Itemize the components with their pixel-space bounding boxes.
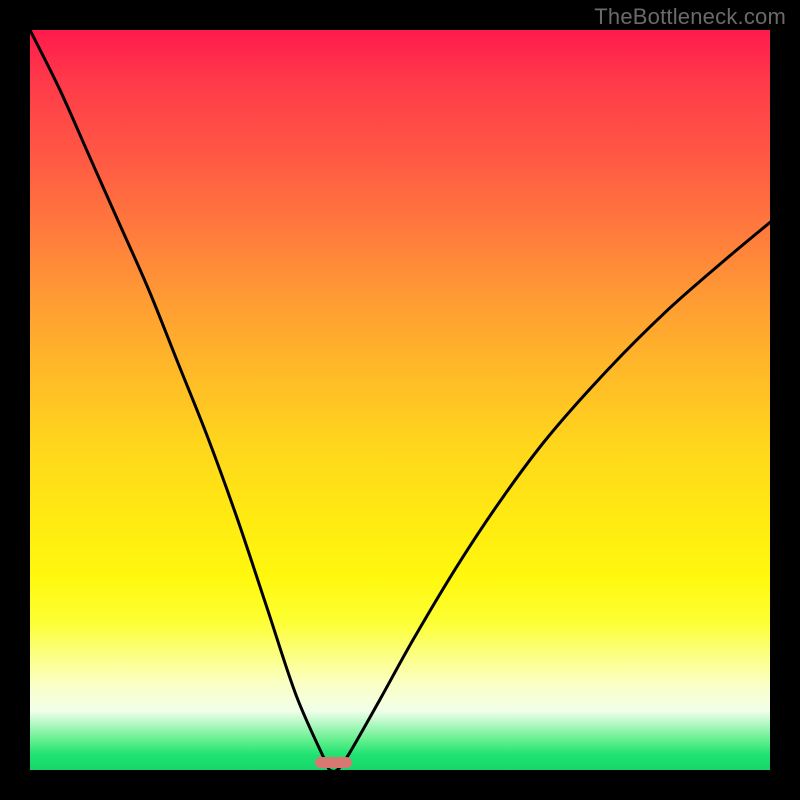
watermark-text: TheBottleneck.com <box>594 4 786 30</box>
chart-frame: TheBottleneck.com <box>0 0 800 800</box>
bottleneck-curve <box>30 30 770 770</box>
plot-area <box>30 30 770 770</box>
optimal-marker <box>315 757 352 767</box>
